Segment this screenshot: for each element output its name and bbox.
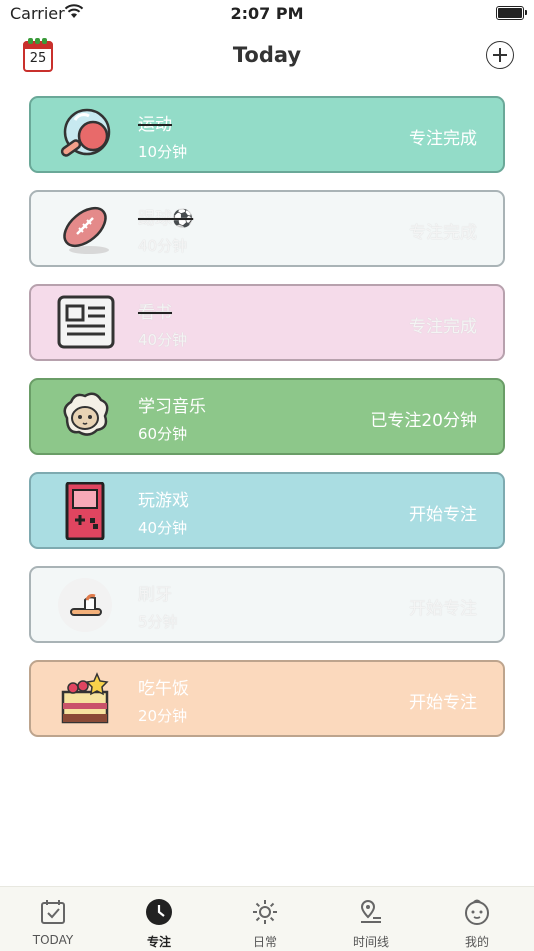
status-bar: Carrier 2:07 PM	[0, 0, 534, 30]
toothbrush-icon	[51, 576, 119, 634]
page-title: Today	[232, 43, 302, 67]
task-duration: 40分钟	[138, 519, 188, 537]
task-card[interactable]: 玩游戏 40分钟 开始专注	[29, 472, 505, 549]
task-action[interactable]: 专注完成	[409, 124, 477, 149]
task-name: 吃午饭	[138, 679, 189, 699]
calendar-check-icon	[41, 900, 65, 924]
tab-label: 专注	[146, 935, 171, 949]
task-duration: 5分钟	[138, 613, 178, 631]
sheep-icon	[51, 388, 119, 446]
face-icon	[465, 899, 489, 925]
task-name: 刷牙	[138, 585, 172, 605]
add-icon[interactable]	[486, 41, 514, 69]
ping-pong-icon	[51, 106, 119, 164]
map-pin-icon	[360, 899, 381, 923]
tab-daily[interactable]: 日常	[212, 887, 318, 951]
tab-label: TODAY	[32, 933, 74, 947]
task-action[interactable]: 专注完成	[409, 218, 477, 243]
task-card[interactable]: 看书 40分钟 专注完成	[29, 284, 505, 361]
task-card[interactable]: 刷牙 5分钟 开始专注	[29, 566, 505, 643]
tab-bar: TODAY 专注 日常 时间线 我的	[0, 886, 534, 951]
task-list: 运动 10分钟 专注完成 踢球⚽ 40分钟 专注完成 看书 40分钟 专注完成	[29, 96, 505, 754]
battery-icon	[496, 6, 527, 20]
tab-me[interactable]: 我的	[424, 887, 530, 951]
game-console-icon	[51, 482, 119, 540]
football-icon	[51, 200, 119, 258]
tab-label: 我的	[464, 935, 489, 949]
task-name: 踢球⚽	[138, 209, 194, 229]
task-name: 运动	[138, 115, 172, 135]
sun-icon	[253, 900, 277, 924]
newspaper-icon	[51, 294, 119, 352]
task-card[interactable]: 运动 10分钟 专注完成	[29, 96, 505, 173]
task-name: 看书	[138, 303, 172, 323]
task-action[interactable]: 开始专注	[409, 594, 477, 619]
task-duration: 10分钟	[138, 143, 188, 161]
task-card[interactable]: 吃午饭 20分钟 开始专注	[29, 660, 505, 737]
nav-bar: 25 Today	[0, 36, 534, 76]
clock-time: 2:07 PM	[230, 4, 304, 23]
tab-focus[interactable]: 专注	[106, 887, 212, 951]
tab-label: 日常	[252, 935, 277, 949]
task-duration: 40分钟	[138, 331, 188, 349]
tab-timeline[interactable]: 时间线	[318, 887, 424, 951]
task-card[interactable]: 踢球⚽ 40分钟 专注完成	[29, 190, 505, 267]
task-action[interactable]: 已专注20分钟	[370, 406, 477, 431]
task-duration: 20分钟	[138, 707, 188, 725]
clock-icon	[146, 899, 172, 925]
task-action[interactable]: 开始专注	[409, 688, 477, 713]
tab-today[interactable]: TODAY	[0, 887, 106, 951]
task-name: 学习音乐	[138, 397, 206, 417]
task-name: 玩游戏	[138, 491, 189, 511]
task-duration: 40分钟	[138, 237, 188, 255]
task-card[interactable]: 学习音乐 60分钟 已专注20分钟	[29, 378, 505, 455]
task-action[interactable]: 专注完成	[409, 312, 477, 337]
tab-label: 时间线	[352, 935, 389, 949]
task-duration: 60分钟	[138, 425, 188, 443]
task-action[interactable]: 开始专注	[409, 500, 477, 525]
cake-icon	[51, 670, 119, 728]
